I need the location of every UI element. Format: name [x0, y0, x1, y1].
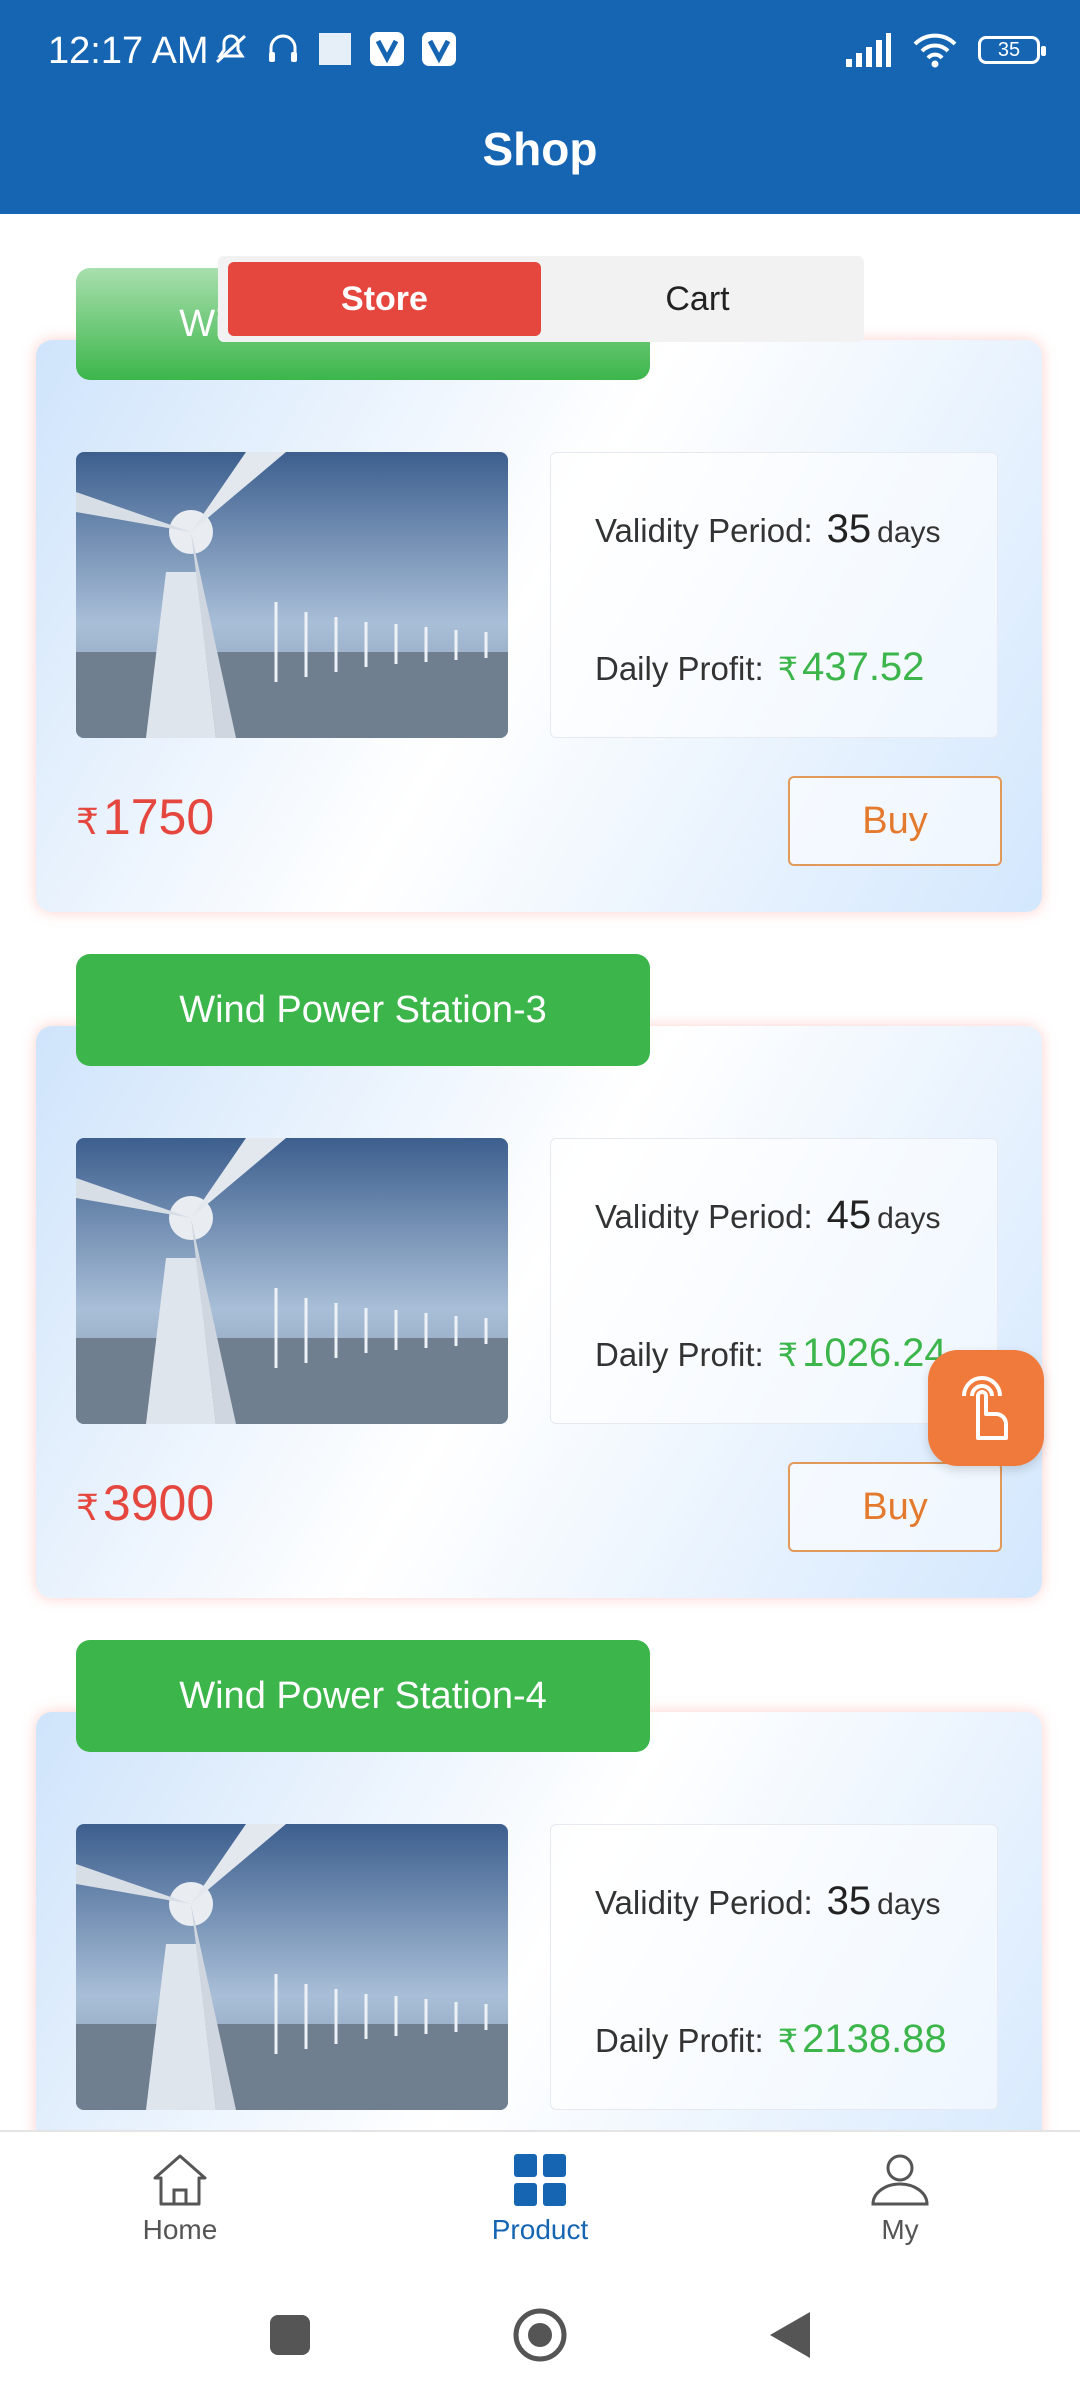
validity-unit: days [877, 516, 941, 549]
rupee-symbol: ₹ [777, 1337, 799, 1373]
validity-unit: days [877, 1888, 941, 1921]
product-name: Wind Power Station-4 [76, 1640, 650, 1752]
system-status: 35 [844, 32, 1046, 68]
profit-row: Daily Profit: ₹ 437.52 [595, 645, 924, 690]
daily-profit-value: 2138.88 [802, 2017, 947, 2061]
battery-level: 35 [997, 38, 1021, 61]
profit-label: Daily Profit: [595, 2022, 764, 2059]
price-rupee-symbol: ₹ [76, 801, 99, 842]
v-app-icon-2 [420, 30, 458, 68]
status-time: 12:17 AM [48, 30, 209, 72]
tap-hand-icon [962, 1376, 1008, 1440]
validity-row: Validity Period: 35 days [595, 1879, 941, 1924]
validity-value: 45 [826, 1193, 872, 1237]
product-info: Validity Period: 35 days Daily Profit: ₹… [550, 452, 998, 738]
recents-icon[interactable] [268, 2313, 312, 2357]
wifi-icon [913, 33, 957, 68]
tab-cart[interactable]: Cart [541, 262, 854, 336]
tab-store[interactable]: Store [228, 262, 541, 336]
validity-label: Validity Period: [595, 1884, 813, 1921]
nav-my[interactable]: My [720, 2132, 1080, 2272]
notification-icons [212, 30, 458, 68]
bottom-navigation: Home Product My [0, 2130, 1080, 2272]
grid-icon [514, 2154, 566, 2206]
product-image [76, 1138, 508, 1424]
nav-home-label: Home [142, 2214, 218, 2245]
status-bar: 12:17 AM 35 [0, 0, 1080, 110]
user-icon [871, 2154, 929, 2206]
validity-value: 35 [826, 507, 872, 551]
rupee-symbol: ₹ [777, 2023, 799, 2059]
page-title: Shop [482, 123, 598, 175]
touch-action-button[interactable] [928, 1350, 1044, 1466]
system-navigation-bar [0, 2270, 1080, 2400]
product-card: Wind Power Station-2 Validity [36, 268, 1042, 918]
price-value: 1750 [102, 789, 215, 845]
nav-product[interactable]: Product [360, 2132, 720, 2272]
validity-row: Validity Period: 45 days [595, 1193, 941, 1238]
buy-button[interactable]: Buy [788, 1462, 1002, 1552]
product-image [76, 1824, 508, 2110]
validity-label: Validity Period: [595, 1198, 813, 1235]
profit-row: Daily Profit: ₹ 2138.88 [595, 2017, 947, 2062]
nav-home[interactable]: Home [0, 2132, 360, 2272]
profit-row: Daily Profit: ₹ 1026.24 [595, 1331, 947, 1376]
product-price: ₹ 3900 [76, 1474, 214, 1532]
home-icon [153, 2154, 207, 2206]
back-icon[interactable] [768, 2310, 812, 2360]
product-card: Wind Power Station-3 Validity Period: 45… [36, 954, 1042, 1604]
product-card-body: Validity Period: 35 days Daily Profit: ₹… [36, 340, 1042, 912]
validity-row: Validity Period: 35 days [595, 507, 941, 552]
price-rupee-symbol: ₹ [76, 1487, 99, 1528]
signal-icon [846, 33, 891, 67]
product-info: Validity Period: 35 days Daily Profit: ₹… [550, 1824, 998, 2110]
profit-label: Daily Profit: [595, 650, 764, 687]
buy-button[interactable]: Buy [788, 776, 1002, 866]
daily-profit-value: 1026.24 [802, 1331, 947, 1375]
v-app-icon [368, 30, 406, 68]
battery-icon: 35 [978, 36, 1046, 64]
product-name: Wind Power Station-3 [76, 954, 650, 1066]
mute-icon [212, 30, 250, 68]
home-circle-icon[interactable] [512, 2307, 568, 2363]
product-price: ₹ 1750 [76, 788, 214, 846]
validity-value: 35 [826, 1879, 872, 1923]
headphones-icon [264, 30, 302, 68]
profit-label: Daily Profit: [595, 1336, 764, 1373]
validity-label: Validity Period: [595, 512, 813, 549]
nav-product-label: Product [491, 2214, 589, 2245]
validity-unit: days [877, 1202, 941, 1235]
price-value: 3900 [102, 1475, 215, 1531]
nav-my-label: My [881, 2214, 919, 2245]
daily-profit-value: 437.52 [802, 645, 925, 689]
rupee-symbol: ₹ [777, 651, 799, 687]
segment-tabs: Store Cart [218, 256, 864, 342]
product-card-body: Validity Period: 45 days Daily Profit: ₹… [36, 1026, 1042, 1598]
square-icon [316, 30, 354, 68]
app-header: 12:17 AM 35 Shop [0, 0, 1080, 214]
product-image [76, 452, 508, 738]
